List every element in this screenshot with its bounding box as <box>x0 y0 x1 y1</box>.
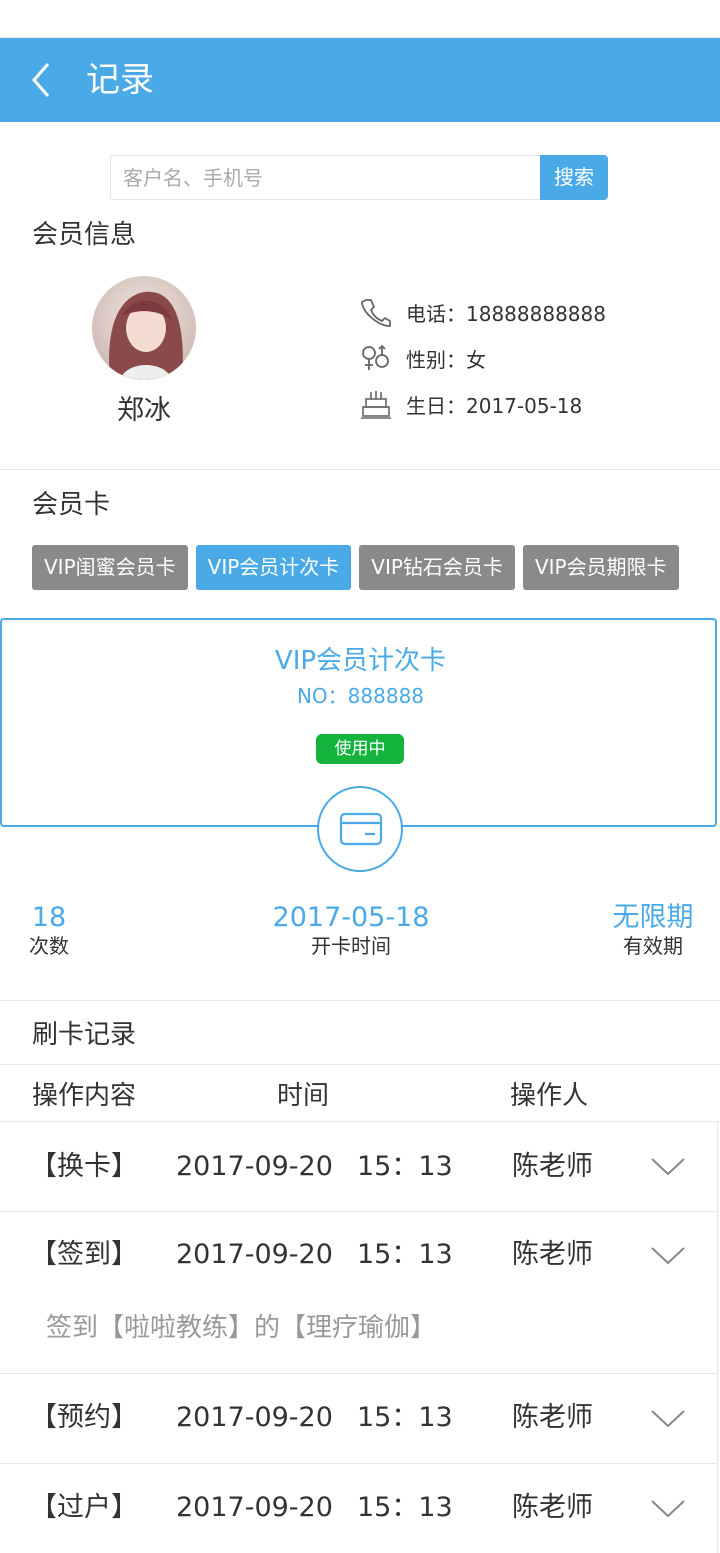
record-time: 15：13 <box>357 1239 453 1270</box>
page-title: 记录 <box>86 60 154 100</box>
chevron-down-icon[interactable] <box>650 1156 686 1178</box>
card-tab-count[interactable]: VIP会员计次卡 <box>195 545 352 590</box>
card-tabs: VIP闺蜜会员卡 VIP会员计次卡 VIP钻石会员卡 VIP会员期限卡 <box>32 545 679 590</box>
member-info-title: 会员信息 <box>32 220 137 250</box>
stat-validity-value: 无限期 <box>612 902 694 933</box>
stat-count: 18 次数 <box>24 902 74 958</box>
card-tab-bestie[interactable]: VIP闺蜜会员卡 <box>32 545 188 590</box>
divider <box>0 1064 720 1065</box>
status-bar <box>0 0 720 38</box>
search-input[interactable] <box>110 155 540 200</box>
phone-row: 电话：18888888888 <box>360 294 606 330</box>
divider <box>0 1000 720 1001</box>
birthday-row: 生日：2017-05-18 <box>360 386 582 422</box>
card-icon-circle <box>317 786 403 872</box>
record-detail: 签到【啦啦教练】的【理疗瑜伽】 <box>46 1313 437 1343</box>
gender-text: 性别：女 <box>406 347 486 372</box>
table-row[interactable]: 【换卡】 2017-09-20 15：13 陈老师 <box>0 1122 718 1212</box>
chevron-down-icon[interactable] <box>650 1408 686 1430</box>
search-button[interactable]: 搜索 <box>540 155 608 200</box>
record-date: 2017-09-20 <box>176 1151 333 1182</box>
birthday-text: 生日：2017-05-18 <box>406 393 583 418</box>
record-time: 15：13 <box>357 1492 453 1523</box>
stat-validity-label: 有效期 <box>623 934 683 958</box>
record-date: 2017-09-20 <box>176 1492 333 1523</box>
member-card-title: 会员卡 <box>32 490 111 520</box>
record-time: 15：13 <box>357 1151 453 1182</box>
table-row[interactable]: 【签到】 2017-09-20 15：13 陈老师 签到【啦啦教练】的【理疗瑜伽… <box>0 1212 718 1374</box>
stat-open-date-value: 2017-05-18 <box>272 902 430 933</box>
birthday-cake-icon <box>361 391 391 419</box>
record-operator: 陈老师 <box>512 1402 593 1433</box>
credit-card-icon <box>339 812 383 846</box>
record-type: 【签到】 <box>30 1239 138 1270</box>
card-number: NO：888888 <box>296 684 425 708</box>
record-operator: 陈老师 <box>512 1239 593 1270</box>
chevron-down-icon[interactable] <box>650 1245 686 1267</box>
card-name: VIP会员计次卡 <box>274 646 447 676</box>
member-name: 郑冰 <box>117 395 171 426</box>
record-operator: 陈老师 <box>512 1492 593 1523</box>
card-tab-diamond[interactable]: VIP钻石会员卡 <box>359 545 515 590</box>
card-tab-term[interactable]: VIP会员期限卡 <box>522 545 679 590</box>
stat-validity: 无限期 有效期 <box>604 902 702 958</box>
app-header: 记录 <box>0 38 720 122</box>
column-header-time: 时间 <box>277 1081 330 1111</box>
divider <box>0 469 720 470</box>
status-badge: 使用中 <box>316 734 404 764</box>
gender-row: 性别：女 <box>360 340 486 376</box>
chevron-down-icon[interactable] <box>650 1498 686 1520</box>
record-time: 15：13 <box>357 1402 453 1433</box>
records-title: 刷卡记录 <box>32 1020 137 1050</box>
column-header-operator: 操作人 <box>510 1081 589 1111</box>
column-header-content: 操作内容 <box>32 1081 137 1111</box>
stat-count-value: 18 <box>31 902 67 933</box>
phone-icon <box>361 299 391 327</box>
search-bar: 搜索 <box>110 155 608 200</box>
record-date: 2017-09-20 <box>176 1239 333 1270</box>
record-type: 【预约】 <box>30 1402 138 1433</box>
record-date: 2017-09-20 <box>176 1402 333 1433</box>
back-arrow-icon[interactable] <box>22 58 62 102</box>
gender-icon <box>362 344 389 370</box>
avatar <box>92 276 196 380</box>
stat-open-date-label: 开卡时间 <box>311 934 391 958</box>
record-type: 【换卡】 <box>30 1151 138 1182</box>
stat-count-label: 次数 <box>29 934 69 958</box>
phone-text: 电话：18888888888 <box>406 301 606 326</box>
table-row[interactable]: 【预约】 2017-09-20 15：13 陈老师 <box>0 1374 718 1464</box>
record-type: 【过户】 <box>30 1492 138 1523</box>
record-operator: 陈老师 <box>512 1151 593 1182</box>
stat-open-date: 2017-05-18 开卡时间 <box>250 902 452 958</box>
table-row[interactable]: 【过户】 2017-09-20 15：13 陈老师 <box>0 1464 718 1553</box>
